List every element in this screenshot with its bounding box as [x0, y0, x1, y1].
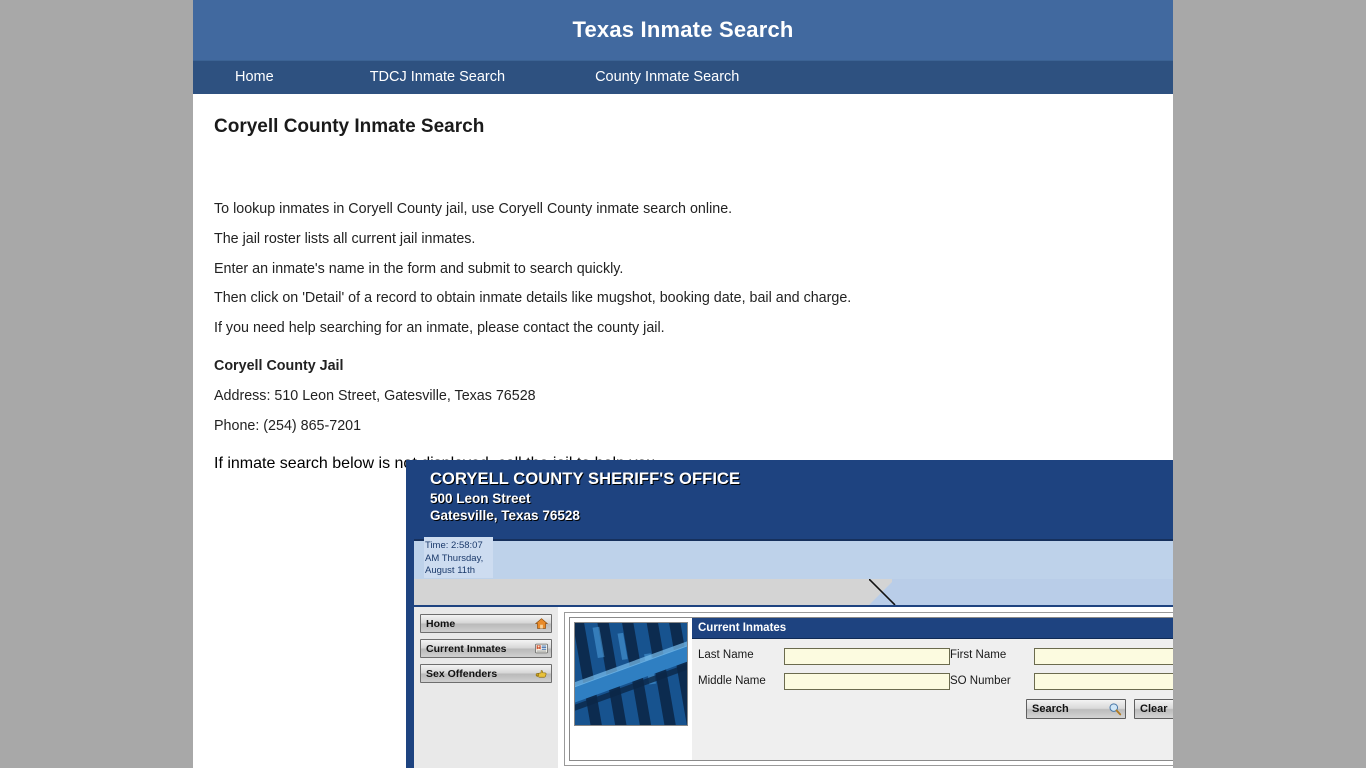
- intro-line-5: If you need help searching for an inmate…: [214, 320, 665, 337]
- magnifier-icon: [1109, 703, 1122, 716]
- label-middle-name: Middle Name: [698, 674, 766, 687]
- widget-tab-band: [414, 579, 1173, 605]
- embedded-jail-roster-widget: CORYELL COUNTY SHERIFF'S OFFICE 500 Leon…: [406, 460, 1173, 768]
- form-fields-grid: Last Name First Name Middle Name SO Numb…: [692, 639, 1173, 690]
- label-last-name: Last Name: [698, 649, 754, 662]
- label-first-name: First Name: [950, 649, 1007, 662]
- intro-line-3: Enter an inmate's name in the form and s…: [214, 260, 624, 277]
- intro-line-2: The jail roster lists all current jail i…: [214, 230, 476, 247]
- label-so-number: SO Number: [950, 674, 1011, 687]
- pointing-hand-icon: [535, 670, 547, 678]
- inmate-search-form: Current Inmates Last Name First Name Mid…: [692, 618, 1173, 760]
- first-name-input[interactable]: [1034, 647, 1173, 665]
- page-title: Coryell County Inmate Search: [214, 116, 485, 137]
- last-name-input[interactable]: [784, 647, 950, 665]
- jail-contact-info: Coryell County Jail Address: 510 Leon St…: [214, 357, 1152, 436]
- clear-button-label: Clear: [1140, 703, 1168, 715]
- nav-item-county-inmate-search[interactable]: County Inmate Search: [589, 69, 745, 85]
- site-header: Texas Inmate Search: [193, 0, 1173, 60]
- jail-address: Address: 510 Leon Street, Gatesville, Te…: [214, 388, 536, 405]
- inmate-search-panel-inner: Current Inmates Last Name First Name Mid…: [569, 617, 1173, 761]
- widget-agency-header: CORYELL COUNTY SHERIFF'S OFFICE 500 Leon…: [406, 460, 1173, 523]
- side-button-home-label: Home: [426, 617, 456, 630]
- side-button-home[interactable]: Home: [420, 614, 552, 633]
- panel-thumbnail-cell: [570, 618, 692, 760]
- widget-agency-name: CORYELL COUNTY SHERIFF'S OFFICE: [430, 470, 741, 488]
- jail-phone: Phone: (254) 865-7201: [214, 418, 362, 435]
- form-title: Current Inmates: [692, 618, 1173, 639]
- widget-agency-street: 500 Leon Street: [430, 491, 531, 506]
- main-navigation: Home TDCJ Inmate Search County Inmate Se…: [193, 60, 1173, 94]
- side-button-sex-offenders[interactable]: Sex Offenders: [420, 664, 552, 683]
- middle-name-input[interactable]: [784, 673, 950, 690]
- side-button-sex-offenders-label: Sex Offenders: [426, 667, 498, 680]
- jail-name: Coryell County Jail: [214, 358, 344, 375]
- intro-line-1: To lookup inmates in Coryell County jail…: [214, 201, 733, 217]
- id-card-icon: [535, 643, 548, 654]
- intro-line-4: Then click on 'Detail' of a record to ob…: [214, 290, 852, 307]
- site-title: Texas Inmate Search: [572, 17, 794, 42]
- side-button-current-inmates-label: Current Inmates: [426, 642, 507, 655]
- widget-side-navigation: Home Current Inmates Sex Offenders: [414, 607, 558, 768]
- intro-paragraphs: To lookup inmates in Coryell County jail…: [214, 200, 1152, 338]
- inmate-search-panel: Current Inmates Last Name First Name Mid…: [564, 612, 1173, 766]
- widget-time-strip: Time: 2:58:07 AM Thursday, August 11th: [414, 537, 1173, 581]
- tab-band-slant-line-icon: [869, 579, 896, 605]
- page-container: Texas Inmate Search Home TDCJ Inmate Sea…: [193, 0, 1173, 768]
- clear-button[interactable]: Clear: [1134, 699, 1173, 719]
- search-button-label: Search: [1032, 703, 1069, 715]
- so-number-input[interactable]: [1034, 673, 1173, 690]
- side-button-current-inmates[interactable]: Current Inmates: [420, 639, 552, 658]
- search-button[interactable]: Search: [1026, 699, 1126, 719]
- nav-item-tdcj-inmate-search[interactable]: TDCJ Inmate Search: [364, 69, 511, 85]
- article-body: Coryell County Inmate Search To lookup i…: [193, 94, 1173, 473]
- nav-item-home[interactable]: Home: [229, 69, 280, 85]
- widget-body: Home Current Inmates Sex Offenders Curre…: [414, 607, 1173, 768]
- widget-agency-citystate: Gatesville, Texas 76528: [430, 508, 580, 523]
- blue-building-photo-icon: [574, 622, 688, 726]
- tab-band-grey-section: [414, 579, 892, 605]
- form-action-buttons: Search Clear: [692, 699, 1173, 719]
- house-icon: [535, 618, 548, 629]
- widget-clock-text: Time: 2:58:07 AM Thursday, August 11th: [424, 537, 493, 578]
